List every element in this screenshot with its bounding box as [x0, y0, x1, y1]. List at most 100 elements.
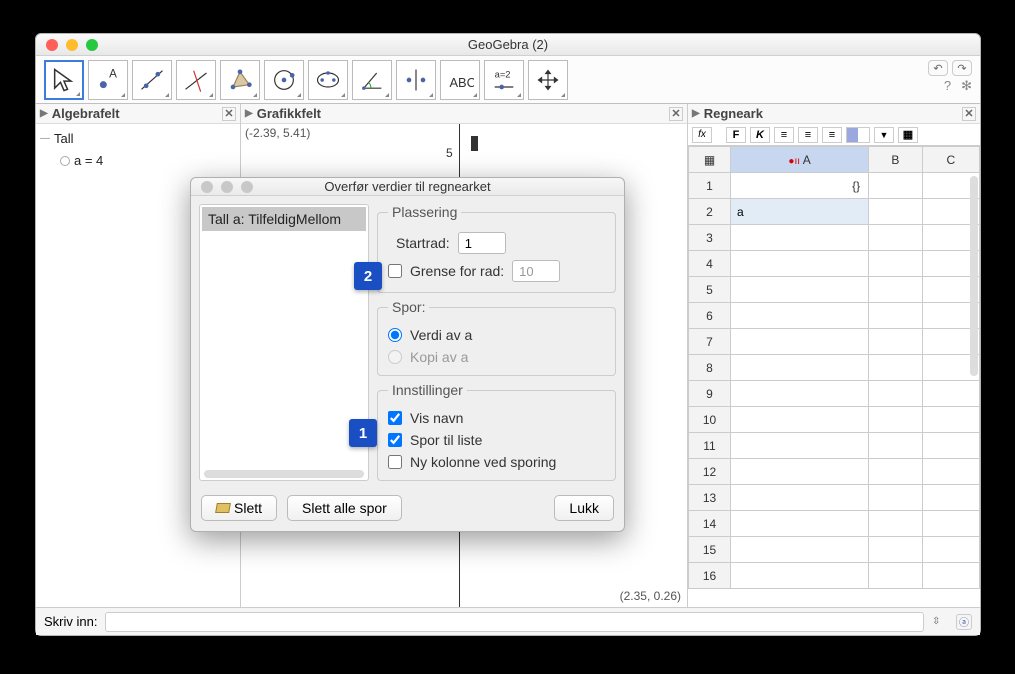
lukk-button[interactable]: Lukk	[554, 495, 614, 521]
cell[interactable]	[731, 511, 869, 537]
radio-verdi[interactable]	[388, 328, 402, 342]
algebra-category-row[interactable]: — Tall	[40, 128, 236, 150]
col-header-c[interactable]: C	[922, 147, 979, 173]
cell[interactable]	[731, 329, 869, 355]
tool-text[interactable]: ABC	[440, 60, 480, 100]
cell[interactable]	[869, 563, 922, 589]
row-header[interactable]: 10	[689, 407, 731, 433]
cell[interactable]	[922, 433, 979, 459]
row-header[interactable]: 9	[689, 381, 731, 407]
row-header[interactable]: 13	[689, 485, 731, 511]
row-header[interactable]: 12	[689, 459, 731, 485]
cell[interactable]	[922, 511, 979, 537]
checkbox-visnavn[interactable]	[388, 411, 402, 425]
tool-angle[interactable]	[352, 60, 392, 100]
cell-a1[interactable]: {}	[731, 173, 869, 199]
checkbox-grense[interactable]	[388, 264, 402, 278]
cell[interactable]	[869, 459, 922, 485]
command-input[interactable]	[105, 612, 924, 632]
col-header-a[interactable]: ●ıı A	[731, 147, 869, 173]
input-startrad[interactable]	[458, 232, 506, 254]
row-header[interactable]: 14	[689, 511, 731, 537]
align-center-button[interactable]: ≡	[798, 127, 818, 143]
algebra-item-row[interactable]: a = 4	[40, 150, 236, 172]
cell[interactable]	[731, 459, 869, 485]
tool-ellipse[interactable]	[308, 60, 348, 100]
cell[interactable]	[869, 173, 922, 199]
visibility-circle-icon[interactable]	[60, 156, 70, 166]
row-header[interactable]: 6	[689, 303, 731, 329]
corner-cell[interactable]: ▦	[689, 147, 731, 173]
tool-slider[interactable]: a=2	[484, 60, 524, 100]
cell[interactable]	[731, 225, 869, 251]
chevron-down-icon[interactable]: ▼	[874, 127, 894, 143]
spreadsheet[interactable]: ▦ ●ıı A B C 1{} 2a 3 4 5 6 7 8 9 10 11	[688, 146, 980, 607]
regneark-header[interactable]: ▶ Regneark ✕	[688, 104, 980, 124]
grafikk-close-icon[interactable]: ✕	[669, 107, 683, 121]
color-swatch[interactable]	[846, 127, 870, 143]
cell[interactable]	[869, 407, 922, 433]
cell[interactable]	[869, 303, 922, 329]
algebra-header[interactable]: ▶ Algebrafelt ✕	[36, 104, 240, 124]
cell[interactable]	[869, 381, 922, 407]
gear-icon[interactable]: ✻	[961, 78, 972, 94]
cell[interactable]	[731, 251, 869, 277]
cell[interactable]	[869, 251, 922, 277]
cell[interactable]	[869, 511, 922, 537]
fx-button[interactable]: fx	[692, 127, 712, 143]
border-button[interactable]: ▦	[898, 127, 918, 143]
cell-a2[interactable]: a	[731, 199, 869, 225]
cell[interactable]	[869, 433, 922, 459]
cell[interactable]	[731, 485, 869, 511]
tool-perpendicular[interactable]	[176, 60, 216, 100]
help-icon[interactable]: ?	[944, 78, 951, 94]
slett-button[interactable]: Slett	[201, 495, 277, 521]
input-help-icon[interactable]: ⓐ	[956, 614, 972, 630]
cell[interactable]	[922, 381, 979, 407]
tool-line[interactable]	[132, 60, 172, 100]
cell[interactable]	[869, 485, 922, 511]
undo-button[interactable]: ↶	[928, 60, 948, 76]
row-header[interactable]: 3	[689, 225, 731, 251]
row-header[interactable]: 2	[689, 199, 731, 225]
row-header[interactable]: 16	[689, 563, 731, 589]
col-header-b[interactable]: B	[869, 147, 922, 173]
checkbox-sporliste[interactable]	[388, 433, 402, 447]
cell[interactable]	[731, 537, 869, 563]
row-header[interactable]: 1	[689, 173, 731, 199]
row-header[interactable]: 7	[689, 329, 731, 355]
cell[interactable]	[922, 485, 979, 511]
italic-button[interactable]: K	[750, 127, 770, 143]
row-header[interactable]: 8	[689, 355, 731, 381]
checkbox-nykolonne[interactable]	[388, 455, 402, 469]
cell[interactable]	[869, 329, 922, 355]
tool-reflect[interactable]	[396, 60, 436, 100]
cell[interactable]	[869, 199, 922, 225]
cell[interactable]	[922, 407, 979, 433]
cell[interactable]	[731, 407, 869, 433]
cell[interactable]	[731, 303, 869, 329]
row-header[interactable]: 15	[689, 537, 731, 563]
align-right-button[interactable]: ≡	[822, 127, 842, 143]
list-item[interactable]: Tall a: TilfeldigMellom	[202, 207, 366, 231]
cell[interactable]	[731, 355, 869, 381]
cell[interactable]	[731, 563, 869, 589]
redo-button[interactable]: ↷	[952, 60, 972, 76]
row-header[interactable]: 5	[689, 277, 731, 303]
dialog-list[interactable]: Tall a: TilfeldigMellom	[199, 204, 369, 481]
cell[interactable]	[731, 277, 869, 303]
grafikk-header[interactable]: ▶ Grafikkfelt ✕	[241, 104, 687, 124]
input-dropdown-icon[interactable]: ⇳	[932, 616, 948, 627]
row-header[interactable]: 11	[689, 433, 731, 459]
scrollbar[interactable]	[970, 176, 978, 376]
cell[interactable]	[869, 277, 922, 303]
bold-button[interactable]: F	[726, 127, 746, 143]
algebra-close-icon[interactable]: ✕	[222, 107, 236, 121]
list-hscroll[interactable]	[204, 470, 364, 478]
cell[interactable]	[731, 433, 869, 459]
slett-alle-spor-button[interactable]: Slett alle spor	[287, 495, 402, 521]
align-left-button[interactable]: ≡	[774, 127, 794, 143]
cell[interactable]	[922, 537, 979, 563]
tool-move-view[interactable]	[528, 60, 568, 100]
tool-move[interactable]	[44, 60, 84, 100]
